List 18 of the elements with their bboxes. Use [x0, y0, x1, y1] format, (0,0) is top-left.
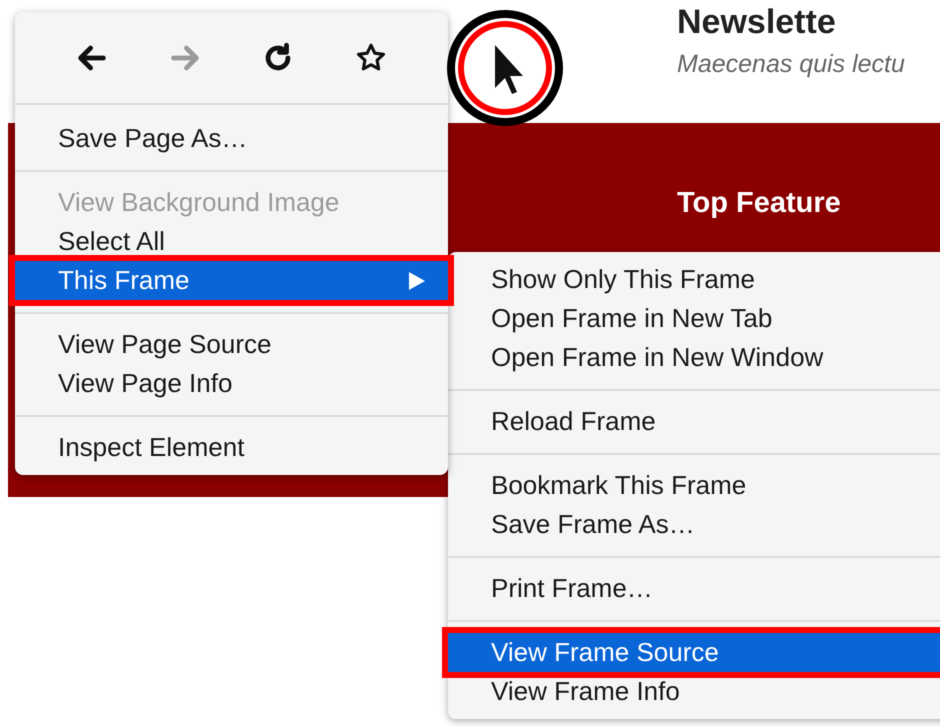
menu-item[interactable]: View Frame Source [448, 633, 940, 672]
menu-item[interactable]: View Page Info [15, 364, 448, 403]
menu-item[interactable]: Open Frame in New Tab [448, 299, 940, 338]
menu-item[interactable]: Bookmark This Frame [448, 466, 940, 505]
menu-item[interactable]: This Frame [15, 261, 448, 300]
menu-item[interactable]: Inspect Element [15, 428, 448, 467]
newsletter-subtitle: Maecenas quis lectu [677, 50, 906, 79]
menu-item[interactable]: View Page Source [15, 325, 448, 364]
feature-title: Top Feature [677, 187, 841, 220]
menu-item[interactable]: View Frame Info [448, 672, 940, 711]
menu-item[interactable]: Select All [15, 222, 448, 261]
newsletter-headline: Newslette [677, 2, 837, 42]
menu-item[interactable]: Show Only This Frame [448, 260, 940, 299]
menu-item[interactable]: Save Page As… [15, 119, 448, 158]
menu-item[interactable]: Print Frame… [448, 569, 940, 608]
menu-item[interactable]: Open Frame in New Window [448, 338, 940, 377]
menu-item[interactable]: Reload Frame [448, 402, 940, 441]
menu-item[interactable]: Save Frame As… [448, 505, 940, 544]
